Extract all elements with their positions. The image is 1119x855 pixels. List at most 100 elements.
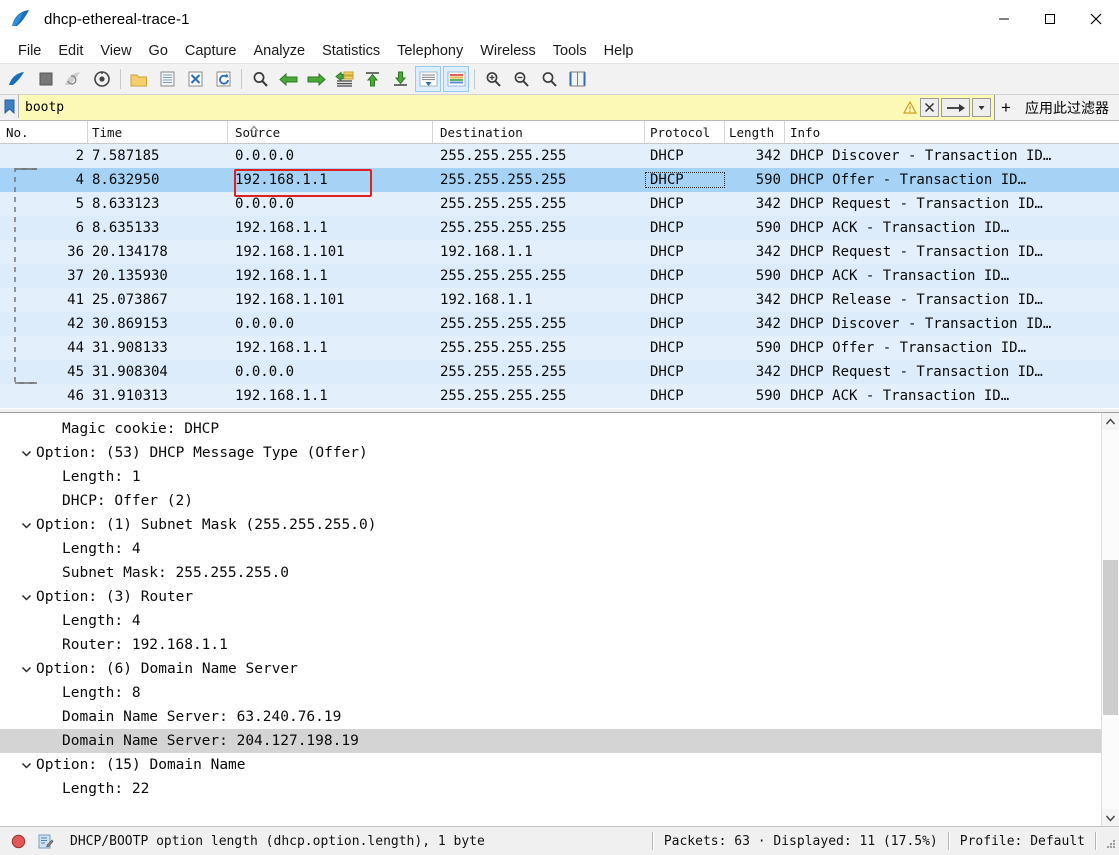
detail-tree-row[interactable]: DHCP: Offer (2) (0, 489, 1101, 513)
menu-help[interactable]: Help (596, 40, 642, 62)
maximize-button[interactable] (1027, 0, 1073, 38)
chevron-down-icon[interactable] (18, 521, 34, 530)
detail-tree-row[interactable]: Magic cookie: DHCP (0, 417, 1101, 441)
go-last-packet-icon[interactable] (387, 66, 413, 92)
detail-tree-row[interactable]: Option: (3) Router (0, 585, 1101, 609)
open-file-icon[interactable] (126, 66, 152, 92)
column-header-destination[interactable]: Destination (433, 121, 645, 143)
detail-tree-row[interactable]: Domain Name Server: 204.127.198.19 (0, 729, 1101, 753)
find-packet-icon[interactable] (247, 66, 273, 92)
zoom-reset-icon[interactable] (536, 66, 562, 92)
capture-comment-icon[interactable] (36, 834, 56, 849)
minimize-button[interactable] (981, 0, 1027, 38)
detail-tree-row[interactable]: Length: 22 (0, 777, 1101, 801)
detail-tree-row[interactable]: Length: 4 (0, 537, 1101, 561)
menu-capture[interactable]: Capture (177, 40, 245, 62)
menu-statistics[interactable]: Statistics (314, 40, 388, 62)
scroll-down-arrow-icon[interactable] (1102, 809, 1119, 826)
add-filter-button[interactable]: + (995, 95, 1017, 120)
display-filter-input[interactable]: bootp (19, 95, 995, 120)
menu-wireless[interactable]: Wireless (472, 40, 544, 62)
menu-view[interactable]: View (92, 40, 139, 62)
clear-x-icon[interactable] (920, 98, 939, 117)
packet-row[interactable]: 6 8.635133 192.168.1.1 255.255.255.255 DHCP 5… (0, 216, 1119, 240)
save-file-icon[interactable] (154, 66, 180, 92)
detail-tree-row[interactable]: Option: (15) Domain Name (0, 753, 1101, 777)
column-header-source[interactable]: Source (228, 121, 433, 143)
resize-grip-icon[interactable] (1101, 834, 1115, 848)
packet-cell-source: 0.0.0.0 (235, 364, 295, 380)
detail-vertical-scrollbar[interactable] (1101, 413, 1119, 826)
go-back-icon[interactable] (275, 66, 301, 92)
chevron-down-icon[interactable] (18, 665, 34, 674)
chevron-down-icon[interactable] (18, 449, 34, 458)
packet-row[interactable]: 4 8.632950 192.168.1.1 255.255.255.255 DHCP 5… (0, 168, 1119, 192)
detail-tree-row[interactable]: Router: 192.168.1.1 (0, 633, 1101, 657)
packet-cell-info: DHCP ACK - Transaction ID… (790, 268, 1010, 284)
resize-columns-icon[interactable] (564, 66, 590, 92)
packet-detail-tree[interactable]: Magic cookie: DHCP Option: (53) DHCP Mess… (0, 413, 1101, 826)
apply-arrow-icon[interactable] (941, 98, 970, 117)
colorize-icon[interactable] (443, 66, 469, 92)
status-profile[interactable]: Profile: Default (960, 834, 1085, 849)
stop-capture-icon[interactable] (33, 66, 59, 92)
menu-edit[interactable]: Edit (50, 40, 91, 62)
close-file-icon[interactable] (182, 66, 208, 92)
scroll-up-arrow-icon[interactable] (1102, 413, 1119, 430)
menu-analyze[interactable]: Analyze (245, 40, 313, 62)
go-forward-icon[interactable] (303, 66, 329, 92)
column-header-length[interactable]: Length (725, 121, 785, 143)
go-first-packet-icon[interactable] (359, 66, 385, 92)
packet-row[interactable]: 2 7.587185 0.0.0.0 255.255.255.255 DHCP 342 DH… (0, 144, 1119, 168)
packet-row[interactable]: 5 8.633123 0.0.0.0 255.255.255.255 DHCP 342 DH… (0, 192, 1119, 216)
menu-go[interactable]: Go (141, 40, 176, 62)
packet-cell-no: 36 (67, 244, 84, 260)
column-header-protocol[interactable]: Protocol (645, 121, 725, 143)
detail-tree-row[interactable]: Length: 1 (0, 465, 1101, 489)
packet-row[interactable]: 45 31.908304 0.0.0.0 255.255.255.255 DHCP 342… (0, 360, 1119, 384)
reload-file-icon[interactable] (210, 66, 236, 92)
column-header-info[interactable]: Info (785, 121, 1119, 143)
packet-list-rows[interactable]: 2 7.587185 0.0.0.0 255.255.255.255 DHCP 342 DH… (0, 144, 1119, 409)
detail-tree-row[interactable]: Option: (6) Domain Name Server (0, 657, 1101, 681)
detail-tree-row[interactable]: Length: 8 (0, 681, 1101, 705)
detail-tree-label: Option: (15) Domain Name (36, 757, 246, 773)
expert-info-error-icon[interactable] (8, 834, 28, 849)
detail-tree-row[interactable]: Length: 4 (0, 609, 1101, 633)
capture-options-icon[interactable] (89, 66, 115, 92)
bookmark-icon[interactable] (0, 95, 19, 118)
chevron-down-icon[interactable] (18, 761, 34, 770)
close-button[interactable] (1073, 0, 1119, 38)
start-capture-icon[interactable] (5, 66, 31, 92)
packet-row[interactable]: 36 20.134178 192.168.1.101 192.168.1.1 DHCP 3… (0, 240, 1119, 264)
detail-scroll-track[interactable] (1102, 430, 1119, 809)
packet-cell-no: 6 (75, 220, 84, 236)
wireshark-fin-icon (10, 9, 36, 29)
menu-file[interactable]: File (10, 40, 49, 62)
packet-cell-length: 342 (755, 364, 781, 380)
packet-row[interactable]: 42 30.869153 0.0.0.0 255.255.255.255 DHCP 342… (0, 312, 1119, 336)
detail-scroll-thumb[interactable] (1103, 560, 1118, 715)
menu-tools[interactable]: Tools (545, 40, 595, 62)
packet-row[interactable]: 44 31.908133 192.168.1.1 255.255.255.255 DHC… (0, 336, 1119, 360)
column-header-time[interactable]: Time (88, 121, 259, 143)
restart-capture-icon[interactable] (61, 66, 87, 92)
packet-row[interactable]: 37 20.135930 192.168.1.1 255.255.255.255 DHC… (0, 264, 1119, 288)
chevron-down-icon[interactable] (18, 593, 34, 602)
packet-row[interactable]: 46 31.910313 192.168.1.1 255.255.255.255 DHC… (0, 384, 1119, 408)
detail-tree-row[interactable]: Option: (1) Subnet Mask (255.255.255.0) (0, 513, 1101, 537)
detail-tree-row[interactable]: Domain Name Server: 63.240.76.19 (0, 705, 1101, 729)
filter-value[interactable]: bootp (19, 100, 901, 115)
detail-tree-row[interactable]: Subnet Mask: 255.255.255.0 (0, 561, 1101, 585)
auto-scroll-icon[interactable] (415, 66, 441, 92)
packet-row[interactable]: 41 25.073867 192.168.1.101 192.168.1.1 DHCP 3… (0, 288, 1119, 312)
menu-telephony[interactable]: Telephony (389, 40, 471, 62)
zoom-out-icon[interactable] (508, 66, 534, 92)
go-to-packet-icon[interactable] (331, 66, 357, 92)
packet-cell-destination: 255.255.255.255 (440, 220, 567, 236)
chevron-down-icon[interactable] (972, 98, 991, 117)
column-header-no[interactable]: No. (0, 121, 88, 143)
packet-cell-destination: 255.255.255.255 (440, 196, 567, 212)
detail-tree-row[interactable]: Option: (53) DHCP Message Type (Offer) (0, 441, 1101, 465)
zoom-in-icon[interactable] (480, 66, 506, 92)
